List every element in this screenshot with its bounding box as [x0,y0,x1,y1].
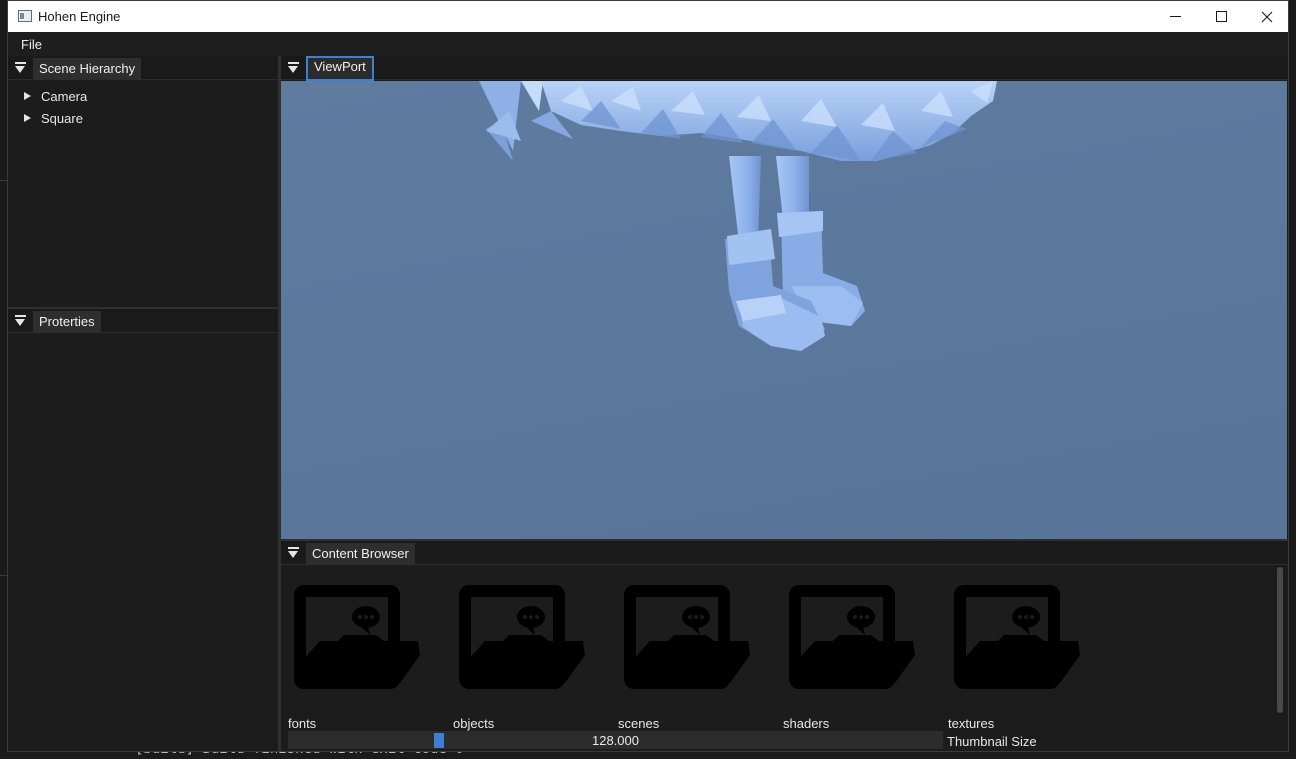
content-item-label: objects [453,716,495,731]
close-button[interactable] [1244,1,1288,32]
expand-arrow-icon[interactable] [24,92,31,100]
viewport-panel: ViewPort [281,56,1288,541]
maximize-icon [1215,11,1227,22]
content-item-objects[interactable]: objects [453,561,603,731]
maximize-button[interactable] [1198,1,1244,32]
tab-scene-hierarchy[interactable]: Scene Hierarchy [33,58,142,79]
folder-image-icon [459,585,585,689]
panel-header: Proterties [8,309,278,333]
folder-image-icon [624,585,750,689]
slider-value: 128.000 [592,733,639,748]
folder-image-icon [954,585,1080,689]
panel-header: ViewPort [281,56,1288,81]
content-item-shaders[interactable]: shaders [783,561,933,731]
app-icon [18,10,32,22]
minimize-button[interactable] [1152,1,1198,32]
thumbnail-size-label: Thumbnail Size [947,734,1037,749]
properties-panel: Proterties [8,309,278,751]
content-browser-scrollbar[interactable] [1275,565,1285,715]
collapse-arrow-icon[interactable] [288,547,300,559]
collapse-arrow-icon[interactable] [15,315,27,327]
tree-item-label: Square [41,111,83,126]
content-item-label: textures [948,716,995,731]
content-item-fonts[interactable]: fonts [288,561,438,731]
character-model [479,81,997,351]
window-title: Hohen Engine [38,9,121,24]
viewport-canvas[interactable] [281,81,1287,539]
title-bar[interactable]: Hohen Engine [8,1,1288,32]
content-item-label: fonts [288,716,317,731]
folder-image-icon [294,585,420,689]
expand-arrow-icon[interactable] [24,114,31,122]
close-icon [1261,11,1273,22]
scrollbar-thumb[interactable] [1277,567,1283,713]
collapse-arrow-icon[interactable] [288,62,300,74]
content-item-textures[interactable]: textures [948,561,1098,731]
tab-properties[interactable]: Proterties [33,311,101,332]
content-item-label: scenes [618,716,660,731]
panel-header: Scene Hierarchy [8,56,278,80]
content-item-scenes[interactable]: scenes [618,561,768,731]
folder-image-icon [789,585,915,689]
collapse-arrow-icon[interactable] [15,62,27,74]
content-browser-panel: Content Browser fonts objects scenes sha… [281,541,1288,751]
content-item-label: shaders [783,716,830,731]
menu-file[interactable]: File [21,37,42,52]
minimize-icon [1169,16,1181,17]
app-window: Hohen Engine File Scene Hierarchy Camera… [7,0,1289,752]
tree-item-label: Camera [41,89,88,104]
menu-bar: File [8,32,1288,56]
tab-viewport[interactable]: ViewPort [306,56,374,81]
thumbnail-size-slider[interactable]: 128.000 [288,731,943,749]
scene-hierarchy-panel: Scene Hierarchy Camera Square [8,56,278,307]
